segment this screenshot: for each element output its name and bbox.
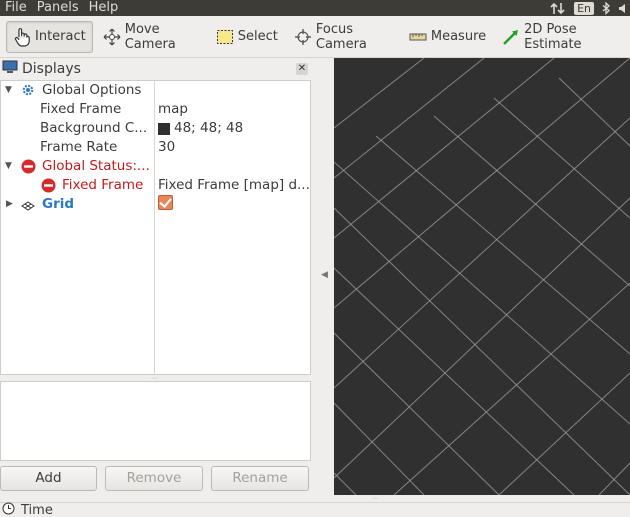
grid-line [334, 58, 425, 129]
add-display-button[interactable]: Add [0, 466, 97, 491]
tree-row-background-color[interactable]: Background C... 48; 48; 48 [1, 119, 310, 138]
close-panel-button[interactable]: ✕ [296, 63, 308, 75]
grid-line [334, 117, 630, 389]
measure-tool-label: Measure [430, 29, 487, 44]
menu-panels[interactable]: Panels [32, 0, 84, 16]
grid-line [433, 115, 630, 287]
checkmark-icon [158, 195, 173, 210]
expand-right-arrow-icon[interactable]: ▶ [6, 195, 16, 214]
bluetooth-icon[interactable] [602, 1, 610, 15]
grid-line [375, 135, 630, 355]
menu-bar: File Panels Help En [0, 0, 630, 16]
render-view-splitter-handle[interactable]: ⋯ [372, 495, 382, 502]
tree-row-label: Frame Rate [40, 139, 118, 155]
hand-pointer-icon [13, 27, 31, 47]
2d-pose-estimate-tool-button[interactable]: 2D Pose Estimate [496, 21, 626, 53]
move-camera-tool-label: Move Camera [124, 21, 176, 52]
keyboard-language-indicator[interactable]: En [574, 1, 594, 15]
grid-line [334, 267, 575, 495]
interact-tool-button[interactable]: Interact [6, 20, 93, 53]
grid-line [393, 282, 630, 495]
tree-row-fixed-frame-status[interactable]: Fixed Frame Fixed Frame [map] d... [1, 176, 310, 195]
time-panel-title: Time [21, 502, 53, 517]
grid-floor [334, 58, 630, 495]
selection-box-icon [216, 29, 234, 45]
tree-row-grid[interactable]: ▶ Grid [1, 195, 310, 214]
grid-line [334, 472, 357, 495]
move-camera-tool-button[interactable]: Move Camera [97, 21, 206, 53]
menu-help[interactable]: Help [84, 0, 124, 16]
grid-line [334, 207, 630, 495]
grid-line [334, 402, 425, 495]
grid-line [498, 372, 630, 495]
2d-pose-estimate-tool-label: 2D Pose Estimate [524, 21, 582, 52]
background-color-text: 48; 48; 48 [174, 120, 244, 136]
color-swatch [158, 122, 170, 135]
grid-line [334, 58, 555, 239]
volume-icon[interactable] [618, 2, 626, 15]
3d-render-view[interactable] [334, 58, 630, 495]
tree-row-label: Global Options [42, 82, 142, 98]
select-tool-label: Select [237, 29, 278, 44]
clock-icon [2, 502, 15, 517]
monitor-icon [2, 60, 18, 78]
remove-display-button[interactable]: Remove [105, 466, 203, 491]
tree-row-global-options[interactable]: ▼ Global Options [1, 81, 310, 100]
fixed-frame-value[interactable]: map [158, 100, 188, 119]
tree-row-label: Fixed Frame [62, 177, 144, 193]
grid-enabled-checkbox[interactable] [158, 195, 173, 210]
tree-row-label: Grid [42, 196, 75, 212]
grid-icon [21, 199, 35, 215]
displays-panel: Displays ✕ ▼ Global Options Fixed Frame … [0, 58, 314, 502]
network-arrows-icon[interactable] [550, 2, 566, 15]
menu-file[interactable]: File [0, 0, 32, 16]
time-panel-header: Time [0, 502, 630, 517]
tree-row-frame-rate[interactable]: Frame Rate 30 [1, 138, 310, 157]
displays-button-row: Add Remove Rename [0, 466, 314, 492]
rename-display-button[interactable]: Rename [211, 466, 309, 491]
frame-rate-value[interactable]: 30 [158, 138, 175, 157]
fixed-frame-status-value: Fixed Frame [map] d... [158, 177, 310, 193]
system-tray: En [550, 0, 630, 16]
grid-line [334, 197, 630, 479]
displays-panel-title: Displays [22, 61, 81, 77]
grid-line [334, 58, 485, 179]
gear-icon [21, 83, 35, 101]
focus-camera-tool-button[interactable]: Focus Camera [288, 21, 399, 53]
displays-panel-header: Displays ✕ [0, 58, 314, 80]
tree-row-label: Global Status:... [42, 158, 150, 174]
ruler-icon [409, 32, 427, 42]
tools-toolbar: Interact Move Camera Select Focus Camera… [0, 16, 630, 58]
interact-tool-label: Interact [35, 29, 86, 44]
grid-line [334, 58, 630, 309]
expand-down-arrow-icon[interactable]: ▼ [5, 157, 15, 176]
crosshair-icon [294, 28, 312, 46]
tree-row-label: Fixed Frame [40, 101, 122, 117]
move-arrows-icon [103, 28, 121, 46]
collapse-panel-arrow-icon[interactable]: ◀ [321, 270, 328, 280]
grid-line [334, 332, 500, 495]
expand-down-arrow-icon[interactable]: ▼ [5, 81, 15, 100]
measure-tool-button[interactable]: Measure [403, 21, 492, 53]
tree-row-label: Background C... [40, 120, 148, 136]
tree-row-fixed-frame[interactable]: Fixed Frame map [1, 100, 310, 119]
select-tool-button[interactable]: Select [210, 21, 284, 53]
displays-tree: ▼ Global Options Fixed Frame map Backgro… [0, 80, 311, 375]
tree-row-global-status[interactable]: ▼ Global Status:... [1, 157, 310, 176]
green-arrow-icon [502, 28, 520, 46]
background-color-value[interactable]: 48; 48; 48 [158, 119, 243, 138]
focus-camera-tool-label: Focus Camera [315, 21, 367, 52]
property-description-area [0, 381, 311, 461]
